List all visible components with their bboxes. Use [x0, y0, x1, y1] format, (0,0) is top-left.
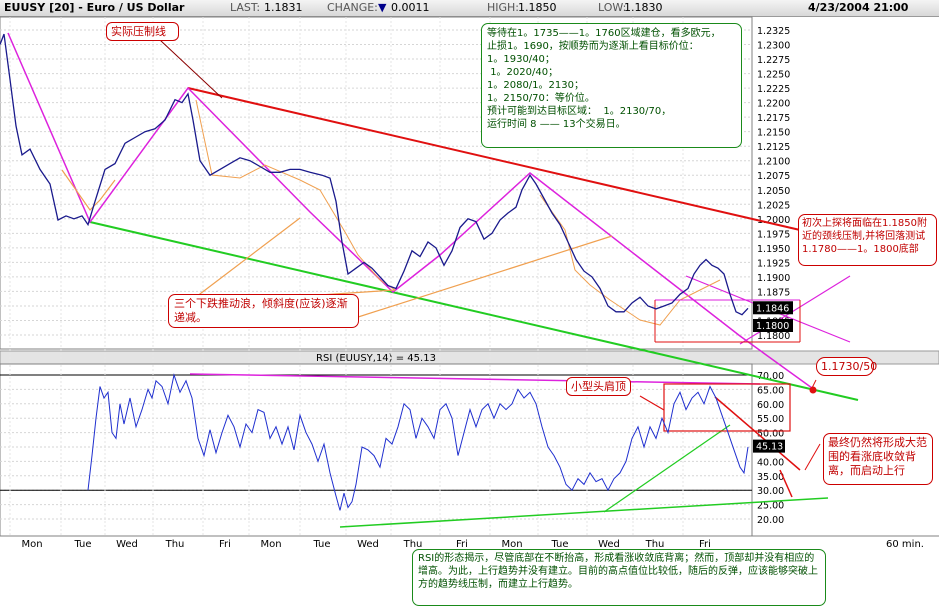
rsi-tick-label: 50.00 [757, 429, 784, 440]
neckline-note: 初次上探将面临在1.1850附近的颈线压制,并将回落测试 1.1780——1。1… [798, 214, 937, 266]
rsi-tick-label: 55.00 [757, 414, 784, 425]
price-tick-label: 1.2075 [757, 171, 790, 182]
time-tick-label: Tue [312, 539, 330, 550]
price-tick-label: 1.2125 [757, 142, 790, 153]
last-price-tag: 1.1846 [756, 303, 789, 314]
time-tick-label: Thu [165, 539, 185, 550]
rsi-last-tag: 45.13 [756, 442, 783, 453]
time-tick-label: Tue [73, 539, 91, 550]
rsi-title: RSI (EUUSY,14) = 45.13 [316, 353, 436, 364]
rsi-title-bar [0, 350, 939, 365]
price-tick-label: 1.1925 [757, 258, 790, 269]
time-tick-label: Mon [21, 539, 42, 550]
price-tick-label: 1.1900 [757, 273, 790, 284]
final-outlook-note: 最终仍然将形成大范围的看涨底收敛背离，而启动上行 [823, 433, 933, 485]
rsi-tick-label: 20.00 [757, 515, 784, 526]
rsi-tick-label: 35.00 [757, 472, 784, 483]
rsi-tick-label: 40.00 [757, 457, 784, 468]
time-tick-label: Wed [357, 539, 379, 550]
price-tick-label: 1.2025 [757, 200, 790, 211]
time-tick-label: Wed [116, 539, 138, 550]
final-note-pointer [804, 443, 821, 471]
price-axis: 1.2325 1.2300 1.2275 1.2250 1.2225 1.2200 1.21… [757, 26, 790, 342]
low-price-tag: 1.1800 [756, 321, 789, 332]
price-tick-label: 1.2275 [757, 55, 790, 66]
price-tick-label: 1.2225 [757, 84, 790, 95]
price-tick-label: 1.2300 [757, 41, 790, 52]
price-tick-label: 1.2200 [757, 99, 790, 110]
rsi-analysis-note: RSI的形态揭示，尽管底部在不断抬高，形成看涨收敛底背离；然而，顶部却并没有相应… [412, 549, 826, 606]
price-tick-label: 1.2250 [757, 70, 790, 81]
rsi-tick-label: 60.00 [757, 400, 784, 411]
price-tick-label: 1.1950 [757, 244, 790, 255]
rsi-tick-label: 65.00 [757, 385, 784, 396]
price-tick-label: 1.2050 [757, 186, 790, 197]
price-tick-label: 1.1875 [757, 287, 790, 298]
timeframe-label: 60 min. [886, 539, 924, 550]
price-tick-label: 1.1975 [757, 229, 790, 240]
price-tick-label: 1.1800 [757, 331, 790, 342]
time-tick-label: Fri [219, 539, 231, 550]
resistance-label: 实际压制线 [106, 22, 179, 41]
price-tick-label: 1.2150 [757, 128, 790, 139]
target-price-label: 1.1730/50 [816, 357, 877, 376]
time-tick-label: Mon [260, 539, 281, 550]
price-tick-label: 1.2100 [757, 157, 790, 168]
chart-canvas: RSI (EUUSY,14) = 45.13 1.2325 1.2300 1.227… [0, 16, 939, 550]
price-tick-label: 1.2325 [757, 26, 790, 37]
rsi-tick-label: 30.00 [757, 486, 784, 497]
target-point-marker [809, 386, 817, 394]
trading-plan-note: 等待在1。1735——1。1760区域建仓，看多欧元， 止损1。1690，按顺势… [481, 23, 742, 148]
waves-note: 三个下跌推动浪，倾斜度(应该)逐渐递减。 [168, 294, 359, 328]
head-shoulders-label: 小型头肩顶 [566, 377, 631, 396]
price-tick-label: 1.2175 [757, 113, 790, 124]
